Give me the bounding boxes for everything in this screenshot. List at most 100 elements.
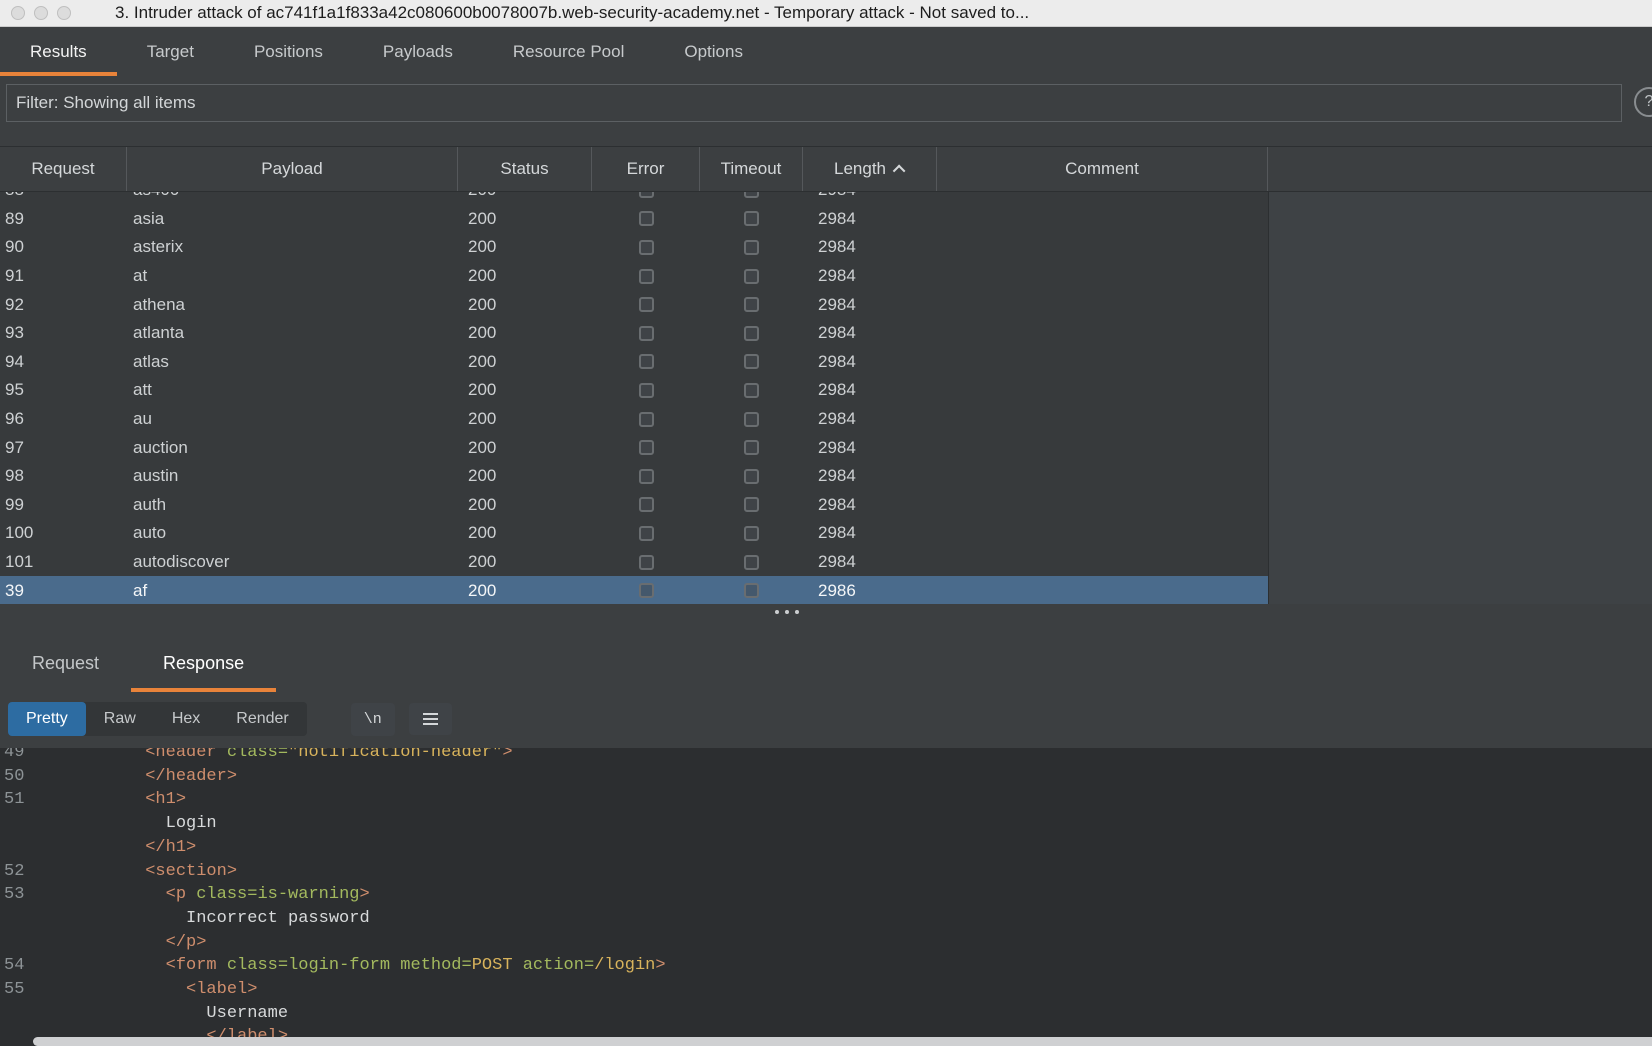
cell-length: 2984 — [803, 266, 937, 286]
table-row[interactable]: 99auth2002984 — [0, 491, 1268, 520]
column-label: Length — [834, 159, 886, 179]
zoom-button[interactable] — [57, 6, 71, 20]
splitter-grip-icon[interactable] — [775, 610, 799, 614]
error-checkbox[interactable] — [639, 469, 654, 484]
column-header-comment[interactable]: Comment — [937, 147, 1268, 191]
table-row[interactable]: 94atlas2002984 — [0, 348, 1268, 377]
view-mode-render[interactable]: Render — [218, 702, 306, 736]
tab-positions[interactable]: Positions — [224, 27, 353, 76]
table-row[interactable]: 88as4002002984 — [0, 192, 1268, 205]
panel-splitter[interactable] — [0, 604, 1652, 630]
timeout-checkbox[interactable] — [744, 192, 759, 198]
timeout-checkbox[interactable] — [744, 297, 759, 312]
error-checkbox[interactable] — [639, 354, 654, 369]
cell-payload: autodiscover — [127, 552, 458, 572]
timeout-checkbox[interactable] — [744, 583, 759, 598]
cell-timeout — [700, 269, 803, 284]
cell-error — [592, 412, 700, 427]
timeout-checkbox[interactable] — [744, 412, 759, 427]
view-mode-group: PrettyRawHexRender — [8, 702, 307, 736]
error-checkbox[interactable] — [639, 192, 654, 198]
timeout-checkbox[interactable] — [744, 440, 759, 455]
message-tab-response[interactable]: Response — [131, 634, 276, 692]
cell-payload: auto — [127, 523, 458, 543]
timeout-checkbox[interactable] — [744, 469, 759, 484]
error-checkbox[interactable] — [639, 555, 654, 570]
cell-request: 92 — [0, 295, 127, 315]
column-label: Request — [31, 159, 94, 179]
error-checkbox[interactable] — [639, 412, 654, 427]
cell-request: 39 — [0, 581, 127, 601]
error-checkbox[interactable] — [639, 440, 654, 455]
timeout-checkbox[interactable] — [744, 354, 759, 369]
results-table-body: 88as400200298489asia200298490asterix2002… — [0, 192, 1268, 604]
column-header-filler — [1268, 147, 1652, 191]
error-checkbox[interactable] — [639, 297, 654, 312]
error-checkbox[interactable] — [639, 326, 654, 341]
table-row[interactable]: 93atlanta2002984 — [0, 319, 1268, 348]
view-mode-raw[interactable]: Raw — [86, 702, 154, 736]
error-checkbox[interactable] — [639, 269, 654, 284]
close-button[interactable] — [11, 6, 25, 20]
table-row[interactable]: 91at2002984 — [0, 262, 1268, 291]
code-line: </label> — [0, 1025, 1652, 1037]
cell-error — [592, 192, 700, 198]
cell-error — [592, 440, 700, 455]
timeout-checkbox[interactable] — [744, 555, 759, 570]
tab-resource-pool[interactable]: Resource Pool — [483, 27, 655, 76]
error-checkbox[interactable] — [639, 240, 654, 255]
table-row[interactable]: 100auto2002984 — [0, 519, 1268, 548]
timeout-checkbox[interactable] — [744, 326, 759, 341]
column-header-request[interactable]: Request — [0, 147, 127, 191]
help-icon[interactable]: ? — [1634, 87, 1652, 117]
cell-payload: att — [127, 380, 458, 400]
error-checkbox[interactable] — [639, 526, 654, 541]
table-row[interactable]: 98austin2002984 — [0, 462, 1268, 491]
code-line: 53 <p class=is-warning> — [0, 883, 1652, 907]
cell-timeout — [700, 240, 803, 255]
error-checkbox[interactable] — [639, 583, 654, 598]
error-checkbox[interactable] — [639, 383, 654, 398]
horizontal-scrollbar-thumb[interactable] — [33, 1037, 1652, 1046]
timeout-checkbox[interactable] — [744, 497, 759, 512]
code-text: </p> — [44, 931, 206, 955]
view-mode-pretty[interactable]: Pretty — [8, 702, 86, 736]
cell-request: 88 — [0, 192, 127, 200]
table-row[interactable]: 97auction2002984 — [0, 433, 1268, 462]
table-row[interactable]: 39af2002986 — [0, 576, 1268, 604]
column-header-error[interactable]: Error — [592, 147, 700, 191]
message-tab-request[interactable]: Request — [0, 634, 131, 692]
filter-bar[interactable]: Filter: Showing all items — [6, 84, 1622, 122]
error-checkbox[interactable] — [639, 211, 654, 226]
timeout-checkbox[interactable] — [744, 211, 759, 226]
results-table-filler — [1268, 192, 1652, 604]
timeout-checkbox[interactable] — [744, 269, 759, 284]
cell-payload: af — [127, 581, 458, 601]
tab-results[interactable]: Results — [0, 27, 117, 76]
error-checkbox[interactable] — [639, 497, 654, 512]
table-row[interactable]: 96au2002984 — [0, 405, 1268, 434]
table-row[interactable]: 101autodiscover2002984 — [0, 548, 1268, 577]
table-row[interactable]: 95att2002984 — [0, 376, 1268, 405]
editor-menu-button[interactable] — [409, 703, 452, 735]
cell-status: 200 — [458, 192, 592, 200]
table-row[interactable]: 90asterix2002984 — [0, 233, 1268, 262]
column-header-timeout[interactable]: Timeout — [700, 147, 803, 191]
cell-timeout — [700, 440, 803, 455]
tab-payloads[interactable]: Payloads — [353, 27, 483, 76]
column-header-status[interactable]: Status — [458, 147, 592, 191]
timeout-checkbox[interactable] — [744, 383, 759, 398]
escape-sequences-button[interactable]: \n — [351, 703, 395, 736]
table-row[interactable]: 92athena2002984 — [0, 290, 1268, 319]
tab-target[interactable]: Target — [117, 27, 224, 76]
table-row[interactable]: 89asia2002984 — [0, 205, 1268, 234]
tab-options[interactable]: Options — [654, 27, 773, 76]
cell-error — [592, 555, 700, 570]
column-header-payload[interactable]: Payload — [127, 147, 458, 191]
view-mode-hex[interactable]: Hex — [154, 702, 218, 736]
timeout-checkbox[interactable] — [744, 526, 759, 541]
column-header-length[interactable]: Length — [803, 147, 937, 191]
view-mode-bar: PrettyRawHexRender \n — [8, 701, 452, 737]
minimize-button[interactable] — [34, 6, 48, 20]
timeout-checkbox[interactable] — [744, 240, 759, 255]
